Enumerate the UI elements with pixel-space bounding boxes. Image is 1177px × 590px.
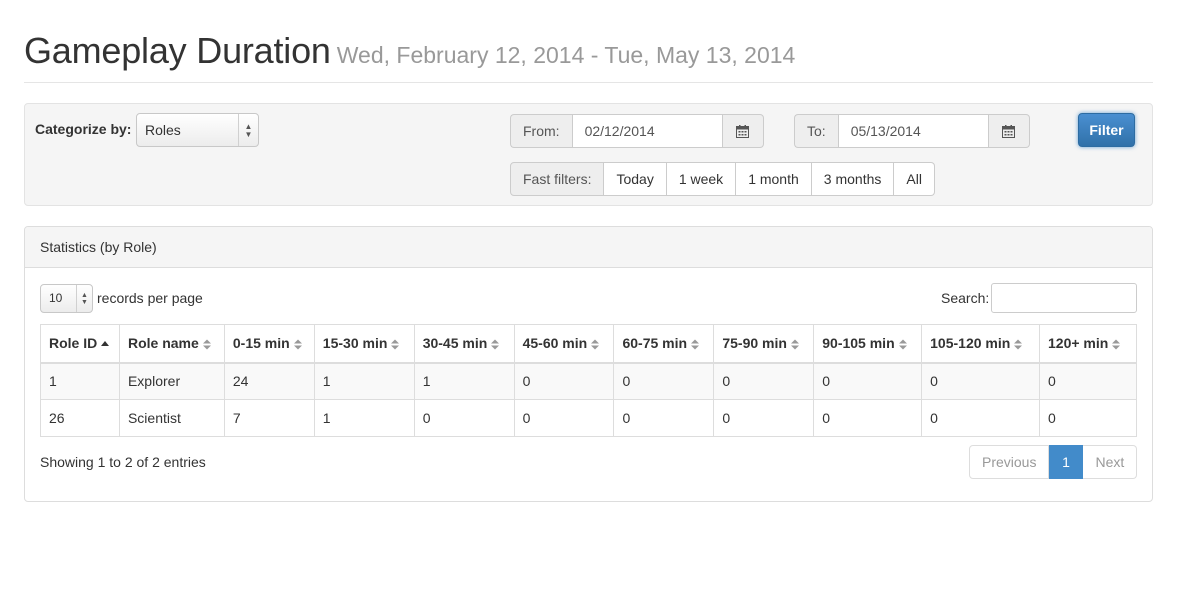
sort-icon — [491, 339, 500, 350]
column-header-30-45-min[interactable]: 30-45 min — [413, 324, 515, 363]
table-cell: Explorer — [118, 362, 225, 400]
table-cell: 0 — [713, 399, 815, 437]
table-cell: 1 — [413, 362, 515, 400]
table-cell: Scientist — [118, 399, 225, 437]
table-cell: 0 — [413, 399, 515, 437]
statistics-table: Role ID Role name 0-15 min 15-30 min 30-… — [40, 324, 1137, 437]
fast-filter-3-months[interactable]: 3 months — [811, 162, 895, 196]
select-arrows-icon: ▲ ▼ — [76, 285, 92, 312]
table-cell: 0 — [813, 362, 923, 400]
table-cell: 0 — [713, 362, 815, 400]
fast-filter-all[interactable]: All — [894, 162, 935, 196]
table-cell: 1 — [40, 362, 120, 400]
statistics-panel: Statistics (by Role) 10 ▲ ▼ records per p… — [24, 226, 1153, 502]
column-header-105-120-min[interactable]: 105-120 min — [921, 324, 1040, 363]
table-cell: 0 — [513, 399, 615, 437]
categorize-select[interactable]: Roles ▲ ▼ — [136, 113, 259, 147]
filter-button[interactable]: Filter — [1078, 113, 1135, 147]
previous-page-button[interactable]: Previous — [969, 445, 1050, 479]
table-cell: 0 — [613, 362, 715, 400]
table-cell: 0 — [813, 399, 923, 437]
sort-icon — [202, 339, 211, 350]
page-title: Gameplay Duration — [24, 30, 331, 71]
fast-filter-1-week[interactable]: 1 week — [666, 162, 737, 196]
sort-icon — [391, 339, 400, 350]
page-header: Gameplay Duration Wed, February 12, 2014 … — [24, 30, 1153, 83]
table-row: 1 Explorer 24 1 1 0 0 0 0 0 0 — [40, 362, 1137, 400]
column-header-60-75-min[interactable]: 60-75 min — [613, 324, 715, 363]
table-row: 26 Scientist 7 1 0 0 0 0 0 0 0 — [40, 399, 1137, 437]
table-info: Showing 1 to 2 of 2 entries — [40, 454, 206, 470]
table-cell: 24 — [223, 362, 315, 400]
sort-icon — [1014, 339, 1023, 350]
sort-icon — [1112, 339, 1121, 350]
sort-icon — [691, 339, 700, 350]
panel-heading: Statistics (by Role) — [25, 227, 1152, 268]
current-page-button[interactable]: 1 — [1049, 445, 1084, 479]
sort-ascending-icon — [101, 340, 110, 350]
calendar-icon[interactable] — [988, 114, 1030, 148]
search-input[interactable] — [991, 283, 1137, 313]
select-arrows-icon: ▲ ▼ — [238, 114, 258, 146]
fast-filter-today[interactable]: Today — [604, 162, 667, 196]
column-header-120-plus-min[interactable]: 120+ min — [1039, 324, 1137, 363]
date-range-subtitle: Wed, February 12, 2014 - Tue, May 13, 20… — [336, 42, 796, 68]
fast-filters-label: Fast filters: — [510, 162, 605, 196]
sort-icon — [790, 339, 799, 350]
table-cell: 0 — [921, 362, 1040, 400]
to-date-input[interactable]: 05/13/2014 — [837, 114, 989, 148]
calendar-icon[interactable] — [722, 114, 764, 148]
page-length-label: records per page — [97, 290, 203, 306]
column-header-75-90-min[interactable]: 75-90 min — [713, 324, 815, 363]
column-header-role-name[interactable]: Role name — [118, 324, 225, 363]
page-length-select[interactable]: 10 ▲ ▼ — [40, 284, 93, 313]
column-header-45-60-min[interactable]: 45-60 min — [513, 324, 615, 363]
fast-filters-group: Fast filters: Today 1 week 1 month 3 mon… — [510, 162, 935, 196]
from-date-input[interactable]: 02/12/2014 — [571, 114, 723, 148]
page: Gameplay Duration Wed, February 12, 2014 … — [0, 0, 1177, 590]
table-cell: 7 — [223, 399, 315, 437]
from-label: From: — [510, 114, 572, 148]
pagination: Previous 1 Next — [969, 445, 1138, 479]
categorize-label: Categorize by: — [35, 121, 132, 137]
table-cell: 0 — [613, 399, 715, 437]
sort-icon — [293, 339, 302, 350]
fast-filter-1-month[interactable]: 1 month — [736, 162, 812, 196]
table-cell: 0 — [1039, 399, 1137, 437]
search-label: Search: — [941, 290, 990, 306]
table-cell: 1 — [313, 362, 415, 400]
to-date-group: To: 05/13/2014 — [794, 114, 1030, 148]
next-page-button[interactable]: Next — [1083, 445, 1138, 479]
from-date-group: From: 02/12/2014 — [510, 114, 764, 148]
table-cell: 0 — [921, 399, 1040, 437]
column-header-role-id[interactable]: Role ID — [40, 324, 120, 363]
column-header-90-105-min[interactable]: 90-105 min — [813, 324, 923, 363]
filter-bar: Categorize by: Roles ▲ ▼ From: 02/12/2014… — [24, 103, 1153, 206]
table-cell: 1 — [313, 399, 415, 437]
table-cell: 0 — [513, 362, 615, 400]
page-length-value: 10 — [49, 291, 63, 305]
sort-icon — [591, 339, 600, 350]
to-label: To: — [794, 114, 838, 148]
table-cell: 26 — [40, 399, 120, 437]
sort-icon — [898, 339, 907, 350]
column-header-0-15-min[interactable]: 0-15 min — [223, 324, 315, 363]
table-header-row: Role ID Role name 0-15 min 15-30 min 30-… — [40, 324, 1137, 363]
table-cell: 0 — [1039, 362, 1137, 400]
column-header-15-30-min[interactable]: 15-30 min — [313, 324, 415, 363]
categorize-value: Roles — [145, 122, 181, 138]
